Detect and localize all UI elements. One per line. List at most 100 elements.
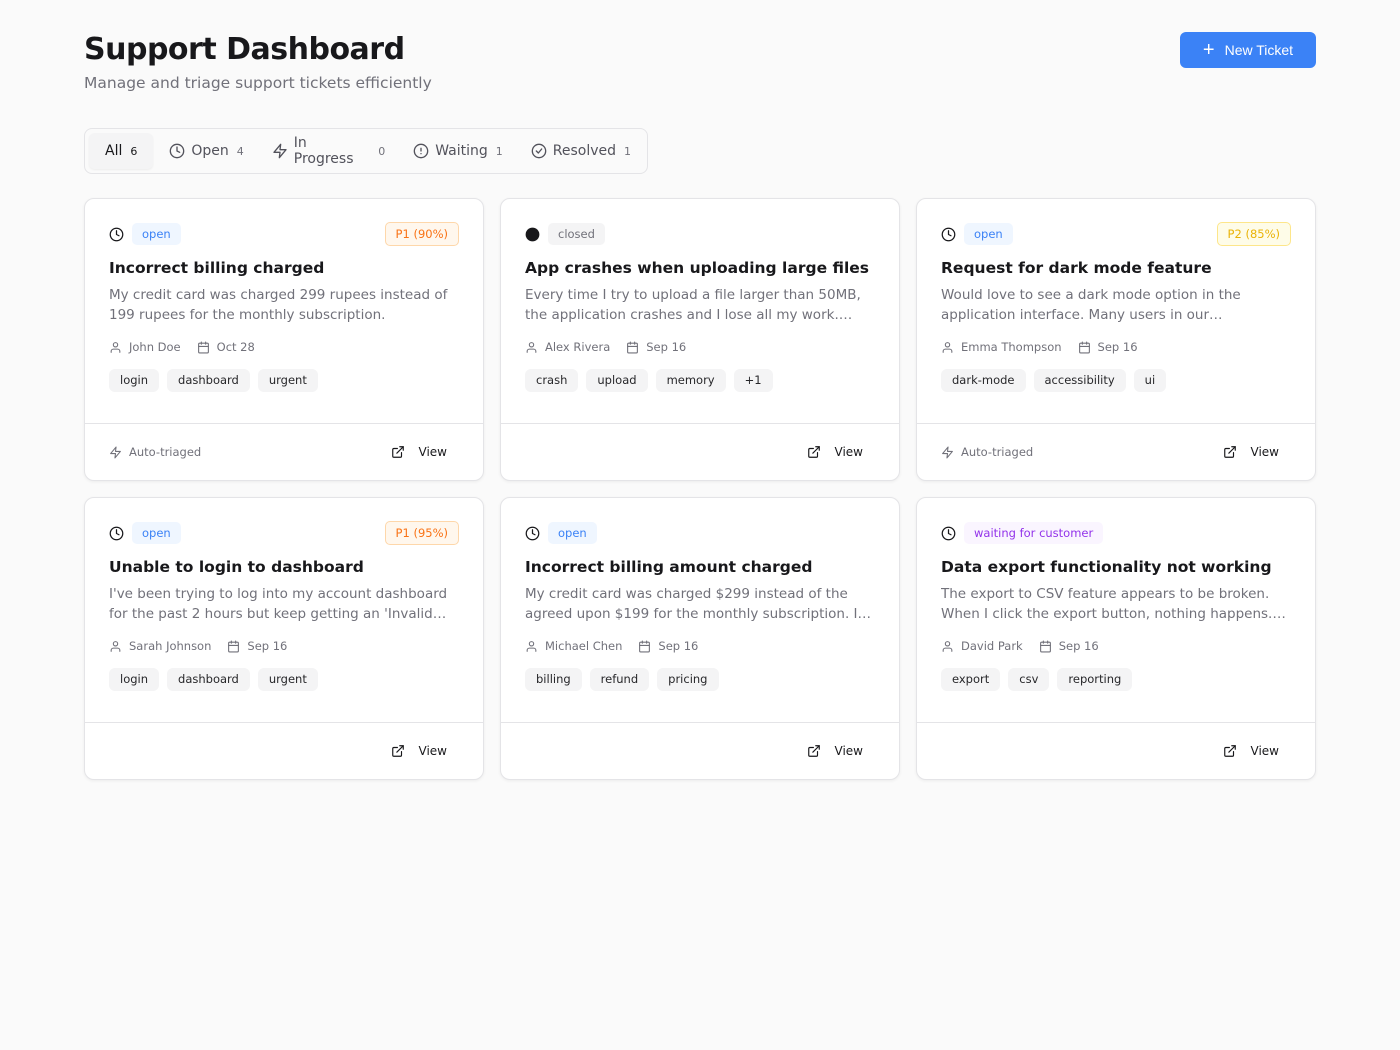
ticket-status-row: open (525, 522, 875, 544)
ticket-tags: login dashboard urgent (109, 369, 459, 392)
ticket-title: Incorrect billing amount charged (525, 558, 813, 576)
view-label: View (418, 445, 447, 459)
tag-chip[interactable]: +1 (733, 369, 773, 392)
external-link-icon (1223, 744, 1237, 758)
tab-label: All (105, 143, 123, 159)
new-ticket-button[interactable]: + New Ticket (1180, 32, 1316, 68)
ticket-card-footer: View (501, 424, 899, 480)
tag-chip[interactable]: urgent (257, 369, 318, 392)
ticket-meta: Emma Thompson Sep 16 (941, 339, 1291, 355)
status-badge: open (548, 522, 597, 544)
ticket-author: Michael Chen (525, 639, 622, 653)
ticket-card-body: open P2 (85%) Request for dark mode featur… (917, 199, 1315, 424)
ticket-card[interactable]: waiting for customer Data export function… (916, 497, 1316, 780)
calendar-icon (1039, 640, 1059, 653)
tag-chip[interactable]: dashboard (167, 668, 250, 691)
ticket-status-row: closed (525, 223, 875, 245)
tag-chip[interactable]: refund (589, 668, 650, 691)
view-button[interactable]: View (807, 445, 875, 459)
view-label: View (1250, 445, 1279, 459)
ticket-card-body: open P1 (90%) Incorrect billing charged My … (85, 199, 483, 424)
view-label: View (834, 744, 863, 758)
priority-badge: P1 (95%) (384, 521, 459, 545)
tag-chip[interactable]: billing (525, 668, 582, 691)
ticket-meta: David Park Sep 16 (941, 638, 1291, 654)
ticket-tags: export csv reporting (941, 668, 1291, 691)
user-icon (109, 341, 129, 354)
view-button[interactable]: View (1223, 744, 1291, 758)
clock-icon (525, 526, 540, 541)
tag-chip[interactable]: urgent (257, 668, 318, 691)
view-label: View (834, 445, 863, 459)
calendar-icon (197, 341, 217, 354)
external-link-icon (1223, 445, 1237, 459)
date-text: Sep 16 (658, 639, 699, 653)
ticket-description: My credit card was charged $299 instead … (525, 586, 872, 622)
ticket-title: Data export functionality not working (941, 558, 1272, 576)
ticket-title: App crashes when uploading large files (525, 259, 870, 277)
auto-triaged-indicator: Auto-triaged (941, 445, 1033, 459)
ticket-card[interactable]: open Incorrect billing amount charged My c… (500, 497, 900, 780)
tag-chip[interactable]: dashboard (167, 369, 250, 392)
tag-chip[interactable]: dark-mode (941, 369, 1026, 392)
ticket-author: John Doe (109, 340, 181, 354)
ticket-card[interactable]: open P1 (90%) Incorrect billing charged My … (84, 198, 484, 481)
tag-chip[interactable]: csv (1008, 668, 1050, 691)
tab-label: Open (191, 143, 229, 159)
author-name: David Park (961, 639, 1023, 653)
ticket-card-body: open Incorrect billing amount charged My c… (501, 498, 899, 723)
tab-all[interactable]: All 6 (89, 133, 154, 169)
tab-open[interactable]: Open 4 (157, 133, 255, 169)
ticket-status-row: open P1 (90%) (109, 222, 459, 246)
ticket-status-row: open P1 (95%) (109, 521, 459, 545)
tab-in-progress[interactable]: In Progress 0 (260, 133, 397, 169)
view-button[interactable]: View (391, 445, 459, 459)
tag-chip[interactable]: pricing (657, 668, 719, 691)
ticket-author: Sarah Johnson (109, 639, 211, 653)
ticket-date: Sep 16 (227, 639, 287, 653)
view-button[interactable]: View (807, 744, 875, 758)
lightning-icon (272, 143, 288, 159)
clock-icon (109, 227, 124, 242)
plus-icon: + (1202, 39, 1215, 61)
ticket-status-row: waiting for customer (941, 522, 1291, 544)
ticket-date: Sep 16 (1039, 639, 1099, 653)
ticket-card[interactable]: closed App crashes when uploading large f… (500, 198, 900, 481)
tag-chip[interactable]: login (109, 668, 160, 691)
tag-chip[interactable]: crash (525, 369, 579, 392)
tag-chip[interactable]: accessibility (1033, 369, 1126, 392)
status-filter-tabs: All 6 Open 4 In Progress 0 Waiting 1 Resolved 1 (84, 128, 648, 174)
tag-chip[interactable]: ui (1133, 369, 1167, 392)
ticket-card[interactable]: open P1 (95%) Unable to login to dashboard… (84, 497, 484, 780)
ticket-meta: John Doe Oct 28 (109, 339, 459, 355)
tag-chip[interactable]: reporting (1057, 668, 1133, 691)
ticket-tags: crash upload memory +1 (525, 369, 875, 392)
ticket-tags: login dashboard urgent (109, 668, 459, 691)
ticket-card[interactable]: open P2 (85%) Request for dark mode featur… (916, 198, 1316, 481)
tab-waiting[interactable]: Waiting 1 (401, 133, 515, 169)
external-link-icon (391, 445, 405, 459)
ticket-description: Would love to see a dark mode option in … (941, 287, 1241, 323)
tab-label: Waiting (435, 143, 488, 159)
tag-chip[interactable]: export (941, 668, 1001, 691)
tag-chip[interactable]: upload (586, 369, 648, 392)
ticket-title: Incorrect billing charged (109, 259, 325, 277)
status-badge: closed (548, 223, 605, 245)
tag-chip[interactable]: login (109, 369, 160, 392)
status-badge: open (132, 223, 181, 245)
view-button[interactable]: View (1223, 445, 1291, 459)
tag-chip[interactable]: memory (655, 369, 726, 392)
ticket-card-footer: View (917, 723, 1315, 779)
date-text: Sep 16 (247, 639, 288, 653)
lightning-icon (941, 446, 954, 459)
author-name: Sarah Johnson (129, 639, 212, 653)
clock-icon (941, 526, 956, 541)
external-link-icon (391, 744, 405, 758)
view-button[interactable]: View (391, 744, 459, 758)
calendar-icon (227, 640, 247, 653)
tab-resolved[interactable]: Resolved 1 (519, 133, 643, 169)
tab-label: Resolved (552, 143, 616, 159)
status-badge: open (964, 223, 1013, 245)
calendar-icon (638, 640, 658, 653)
ticket-tags: billing refund pricing (525, 668, 875, 691)
